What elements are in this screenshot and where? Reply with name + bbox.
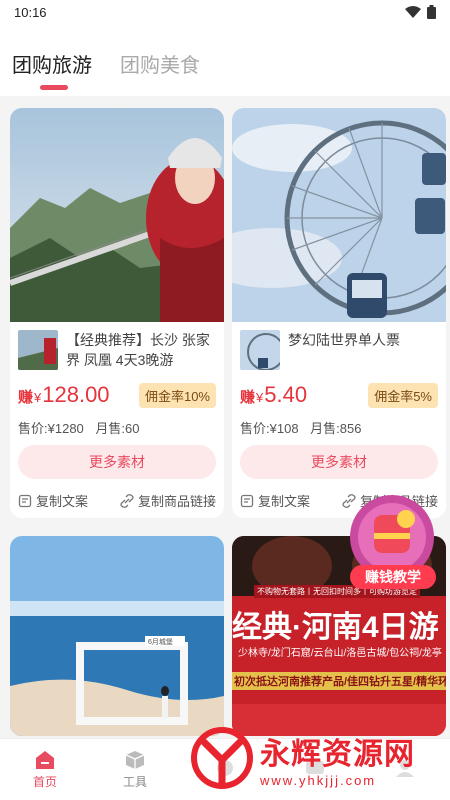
- tab-label: 团购美食: [120, 55, 200, 77]
- home-icon: [36, 750, 54, 769]
- product-image: [232, 108, 446, 322]
- product-title: 梦幻陆世界单人票: [288, 332, 400, 348]
- tab-group-travel[interactable]: 团购旅游: [12, 49, 92, 90]
- poster-places: 少林寺/龙门石窟/云台山/洛邑古城/包公祠/龙亭: [238, 648, 442, 659]
- product-image: 6月城堡: [10, 536, 224, 736]
- copy-text-button[interactable]: 复制文案: [18, 491, 88, 510]
- product-image: [10, 108, 224, 322]
- tab-label: 团购旅游: [12, 55, 92, 77]
- wifi-icon: [405, 6, 421, 18]
- product-thumbnail: [240, 330, 280, 370]
- status-time: 10:16: [14, 4, 47, 20]
- commission-badge: 佣金率5%: [368, 382, 438, 408]
- earn-amount: 赚 ¥ 128.00: [18, 382, 110, 407]
- more-materials-button[interactable]: 更多素材: [240, 445, 438, 479]
- commission-badge: 佣金率10%: [138, 382, 216, 408]
- product-card[interactable]: 梦幻陆世界单人票 赚 ¥ 5.40 佣金率5% 售价:¥108 月售:856 更…: [232, 108, 446, 518]
- product-thumbnail: [18, 330, 58, 370]
- site-watermark: 永辉资源网 www.yhkjjj.com: [190, 722, 445, 794]
- nav-home[interactable]: 首页: [15, 750, 75, 790]
- sales-info: 售价:¥108 月售:856: [240, 421, 362, 436]
- earn-amount: 赚 ¥ 5.40: [240, 382, 308, 407]
- earning-tutorial-float[interactable]: 赚钱教学: [344, 493, 440, 593]
- more-materials-button[interactable]: 更多素材: [18, 445, 216, 479]
- poster-headline: 经典·河南4日游: [232, 611, 439, 644]
- category-tabs: 团购旅游 团购美食: [0, 24, 450, 96]
- link-icon: [120, 493, 134, 508]
- watermark-logo-icon: [191, 727, 253, 789]
- poster-bottom: 初次抵达河南推荐产品/佳四钻升五星/精华环游: [232, 672, 446, 690]
- copy-link-button[interactable]: 复制商品链接: [120, 491, 216, 510]
- copy-text-button[interactable]: 复制文案: [240, 491, 310, 510]
- document-icon: [240, 494, 254, 507]
- product-card[interactable]: 【经典推荐】长沙 张家界 凤凰 4天3晚游 赚 ¥ 128.00 佣金率10% …: [10, 108, 224, 518]
- status-bar: 10:16: [0, 0, 450, 24]
- tab-group-food[interactable]: 团购美食: [120, 49, 200, 78]
- nav-tools[interactable]: 工具: [105, 750, 165, 790]
- product-card[interactable]: 6月城堡: [10, 536, 224, 736]
- watermark-url: www.yhkjjj.com: [260, 772, 377, 788]
- sign-text: 6月城堡: [148, 639, 173, 646]
- float-label: 赚钱教学: [350, 565, 436, 589]
- sales-info: 售价:¥1280 月售:60: [18, 421, 140, 436]
- watermark-title: 永辉资源网: [260, 737, 415, 771]
- product-title: 【经典推荐】长沙 张家界 凤凰 4天3晚游: [66, 332, 210, 368]
- document-icon: [18, 494, 32, 507]
- status-icons: [405, 5, 436, 19]
- battery-icon: [427, 5, 436, 19]
- tab-active-indicator: [40, 85, 68, 90]
- cube-icon: [125, 750, 145, 769]
